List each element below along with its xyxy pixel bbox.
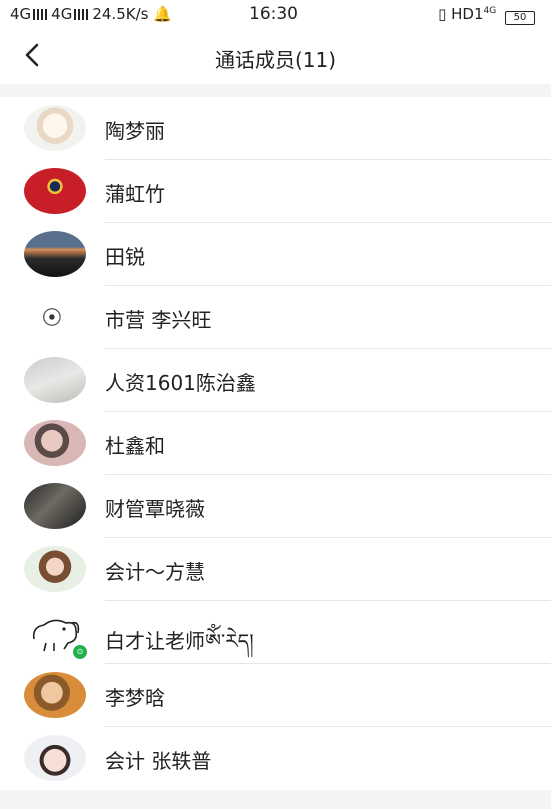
nav-header: 通话成员(11)	[0, 30, 551, 84]
member-row[interactable]: 财管覃晓薇	[0, 475, 551, 538]
avatar	[24, 735, 86, 781]
avatar	[24, 168, 86, 214]
page-title: 通话成员(11)	[214, 48, 337, 72]
avatar	[24, 546, 86, 592]
member-row[interactable]: ⊙ 白才让老师ཨོཾ་རེད།	[0, 601, 551, 664]
member-row[interactable]: 人资1601陈治鑫	[0, 349, 551, 412]
status-bar: 4G 4G 24.5K/s 🔔 16:30 ▯ HD14G 50	[0, 0, 551, 30]
avatar	[24, 672, 86, 718]
avatar	[24, 294, 86, 340]
member-row[interactable]: 蒲虹竹	[0, 160, 551, 223]
member-row[interactable]: 李梦晗	[0, 664, 551, 727]
member-name: 人资1601陈治鑫	[105, 371, 256, 395]
status-right: ▯ HD14G 50	[438, 5, 535, 25]
member-name: 陶梦丽	[105, 119, 165, 143]
signal-icon	[74, 9, 89, 20]
network-status: 4G 4G 24.5K/s 🔔	[10, 5, 172, 23]
avatar	[24, 105, 86, 151]
member-row[interactable]: 杜鑫和	[0, 412, 551, 475]
member-name: 蒲虹竹	[105, 182, 165, 206]
avatar	[24, 231, 86, 277]
avatar	[24, 420, 86, 466]
hd-indicator: HD1	[451, 5, 484, 23]
status-time: 16:30	[249, 4, 298, 24]
member-name: 市营 李兴旺	[105, 308, 212, 332]
avatar	[24, 483, 86, 529]
member-name: 李梦晗	[105, 686, 165, 710]
member-list: 陶梦丽蒲虹竹田锐市营 李兴旺人资1601陈治鑫 杜鑫和财管覃晓薇会计～方慧 ⊙ 白才让…	[0, 97, 551, 790]
battery-icon: 50	[505, 11, 535, 25]
member-name: 会计 张轶普	[105, 749, 212, 773]
online-badge-icon: ⊙	[71, 643, 89, 661]
member-name: 财管覃晓薇	[105, 497, 205, 521]
signal-icon	[33, 9, 48, 20]
member-row[interactable]: 田锐	[0, 223, 551, 286]
member-row[interactable]: 陶梦丽	[0, 97, 551, 160]
member-name: 会计～方慧	[105, 560, 205, 584]
vibrate-icon: ▯	[438, 5, 447, 23]
member-row[interactable]: 市营 李兴旺	[0, 286, 551, 349]
member-row[interactable]: 会计 张轶普	[0, 727, 551, 790]
member-name: 杜鑫和	[105, 434, 165, 458]
avatar	[24, 357, 86, 403]
member-row[interactable]: 会计～方慧	[0, 538, 551, 601]
member-name: 田锐	[105, 245, 145, 269]
